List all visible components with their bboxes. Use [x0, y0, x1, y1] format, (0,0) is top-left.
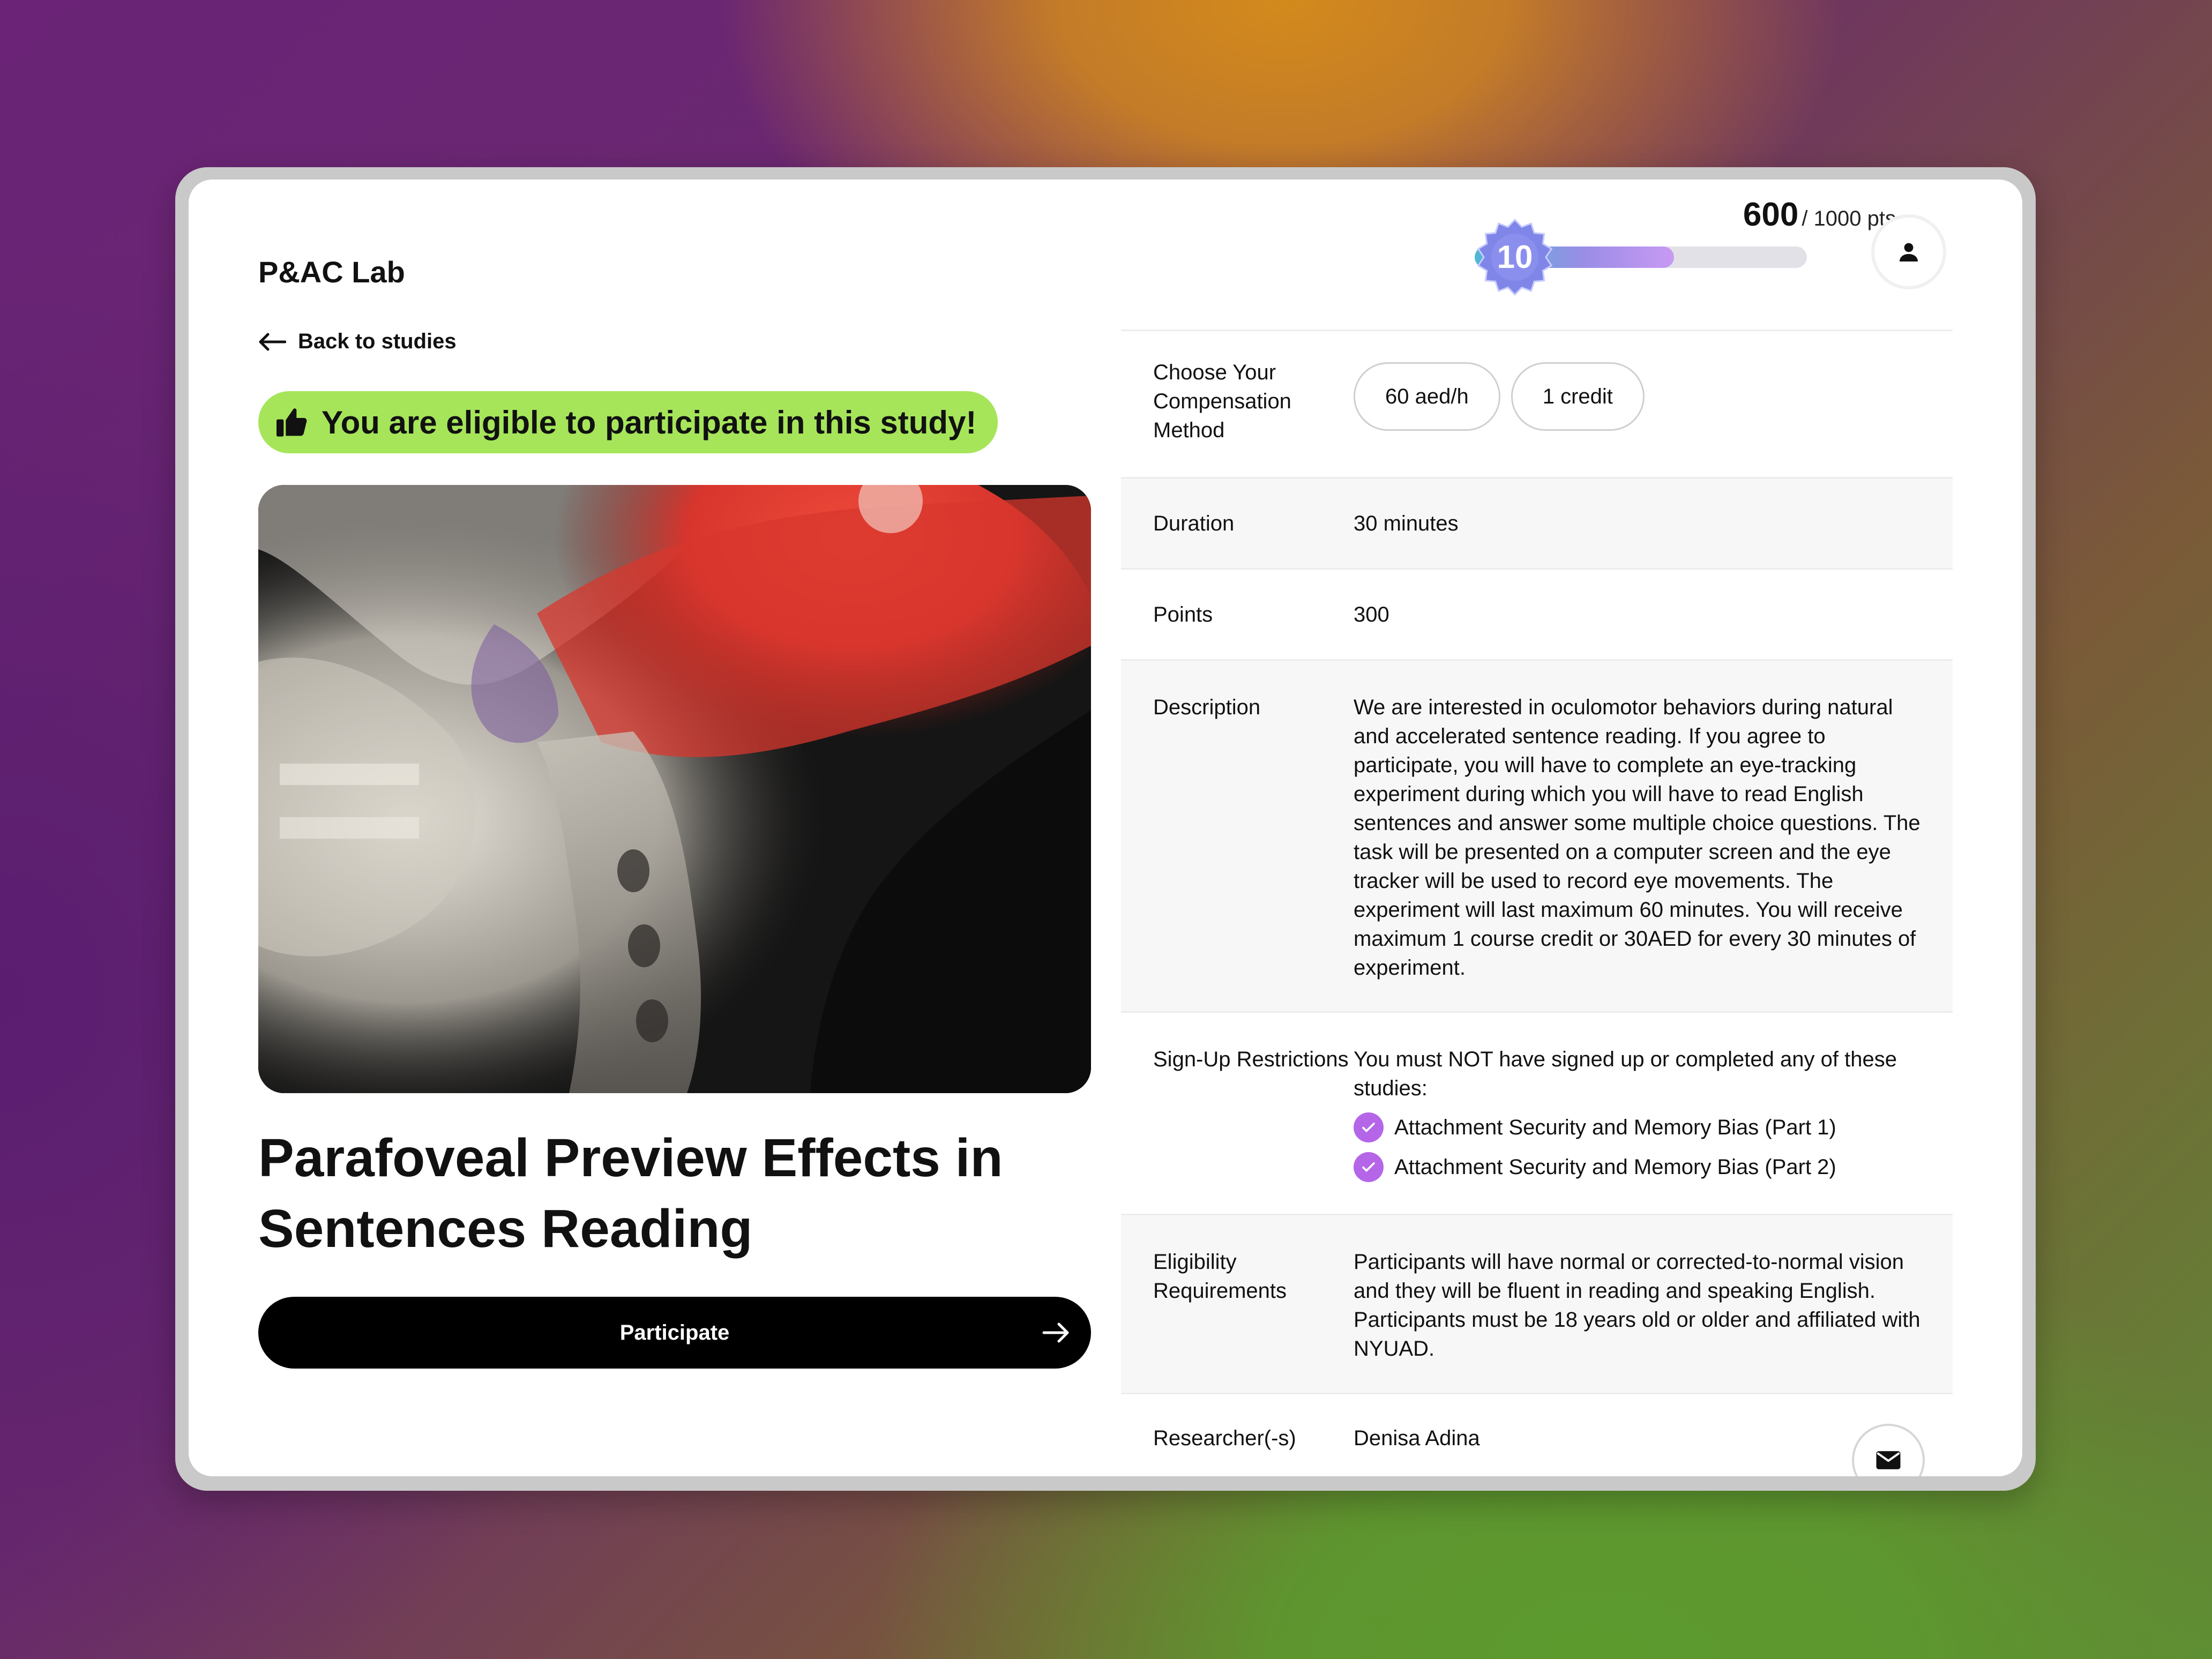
user-icon	[1900, 243, 1918, 261]
restricted-study-name: Attachment Security and Memory Bias (Par…	[1394, 1116, 1836, 1139]
researchers-row: Researcher(-s) Denisa Adina	[1121, 1394, 1953, 1476]
participate-button[interactable]: Participate	[258, 1297, 1091, 1369]
description-row: Description We are interested in oculomo…	[1121, 661, 1953, 1013]
check-icon	[1354, 1112, 1384, 1142]
restricted-study: Attachment Security and Memory Bias (Par…	[1354, 1112, 1920, 1142]
compensation-option-aed[interactable]: 60 aed/h	[1354, 362, 1500, 431]
eligibility-banner: You are eligible to participate in this …	[258, 391, 998, 453]
arrow-left-icon	[259, 333, 286, 350]
restrictions-intro: You must NOT have signed up or completed…	[1354, 1048, 1897, 1100]
back-to-studies-link[interactable]: Back to studies	[258, 330, 457, 354]
eligibility-row: Eligibility Requirements Participants wi…	[1121, 1215, 1953, 1394]
level-number: 10	[1497, 239, 1533, 275]
check-icon	[1354, 1152, 1384, 1182]
restrictions-label: Sign-Up Restrictions	[1153, 1048, 1349, 1071]
points-counter: 600/ 1000 pts	[1703, 196, 1896, 234]
participate-label: Participate	[619, 1320, 730, 1344]
compensation-row: Choose Your Compensation Method 60 aed/h…	[1121, 331, 1953, 479]
points-label: Points	[1153, 602, 1213, 626]
thumbs-up-icon	[276, 408, 307, 437]
arrow-right-icon	[1042, 1322, 1069, 1343]
study-image	[258, 485, 1091, 1093]
researchers-value: Denisa Adina	[1354, 1426, 1480, 1450]
app-window: P&AC Lab 600/ 1000 pts 10 Back to studie…	[189, 180, 2022, 1476]
study-details: Choose Your Compensation Method 60 aed/h…	[1121, 330, 1953, 1476]
duration-value: 30 minutes	[1354, 511, 1459, 535]
study-title: Parafoveal Preview Effects in Sentences …	[258, 1128, 1003, 1259]
points-row: Points 300	[1121, 570, 1953, 661]
points-value: 300	[1354, 602, 1389, 626]
description-label: Description	[1153, 696, 1261, 719]
description-text: We are interested in oculomotor behavior…	[1354, 696, 1920, 980]
restricted-study: Attachment Security and Memory Bias (Par…	[1354, 1152, 1920, 1182]
mail-icon	[1876, 1451, 1901, 1469]
compensation-label: Choose Your Compensation Method	[1153, 361, 1291, 442]
brand-logo: P&AC Lab	[258, 255, 405, 289]
level-badge: 10	[1475, 217, 1555, 297]
xray-image	[258, 485, 1091, 1093]
points-current: 600	[1743, 196, 1799, 233]
restrictions-row: Sign-Up Restrictions You must NOT have s…	[1121, 1013, 1953, 1215]
back-to-studies-label: Back to studies	[298, 330, 457, 353]
restricted-study-name: Attachment Security and Memory Bias (Par…	[1394, 1155, 1836, 1179]
duration-row: Duration 30 minutes	[1121, 479, 1953, 570]
eligibility-text: Participants will have normal or correct…	[1354, 1250, 1920, 1361]
compensation-option-credit[interactable]: 1 credit	[1511, 362, 1645, 431]
compensation-options: 60 aed/h 1 credit	[1354, 362, 1920, 431]
profile-button[interactable]	[1871, 214, 1946, 289]
eligibility-text: You are eligible to participate in this …	[322, 404, 977, 440]
eligibility-label: Eligibility Requirements	[1153, 1250, 1287, 1303]
duration-label: Duration	[1153, 511, 1235, 535]
researchers-label: Researcher(-s)	[1153, 1426, 1296, 1450]
